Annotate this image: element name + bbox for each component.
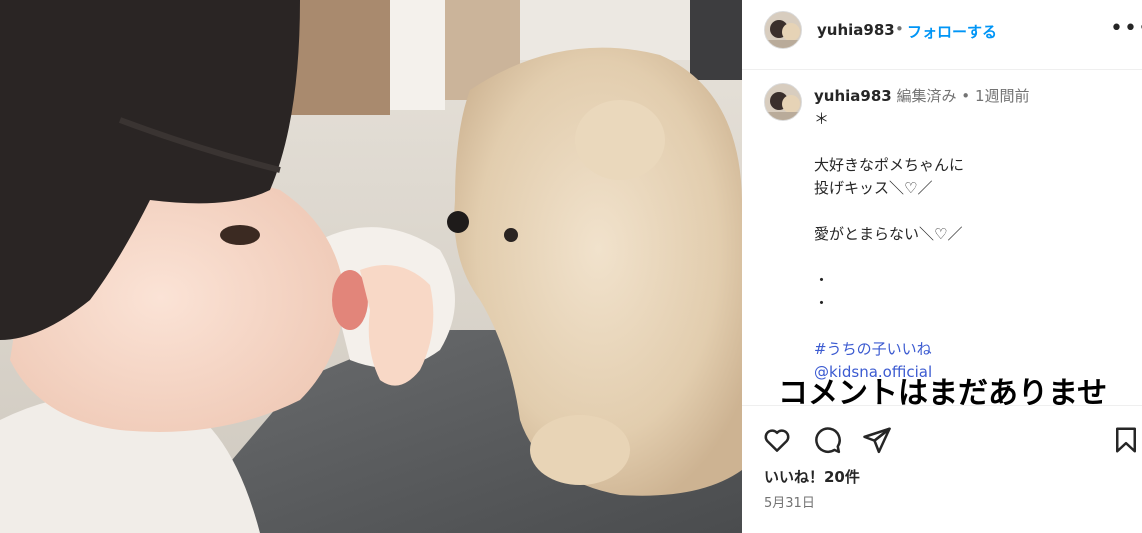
no-comments-heading: コメントはまだありませ [778,376,1108,405]
photo-illustration [0,0,742,533]
hashtag-link[interactable]: #うちの子いいね [814,338,1124,361]
caption-meta: yuhia983 編集済み • 1週間前 [814,85,1029,106]
share-icon[interactable] [862,425,892,455]
post-header: yuhia983 • フォローする ••• [742,0,1142,70]
more-options-icon[interactable]: ••• [1110,16,1142,41]
caption-line [814,131,1124,154]
post-actions: いいね！20件 5月31日 [742,405,1142,533]
caption-line [814,246,1124,269]
caption-timestamp[interactable]: 1週間前 [975,87,1030,105]
avatar-image [765,12,801,48]
caption-line [814,200,1124,223]
likes-count[interactable]: いいね！20件 [764,466,860,487]
caption-username[interactable]: yuhia983 [814,87,892,105]
caption-line: ＊ [814,110,830,128]
follow-button[interactable]: フォローする [907,21,997,42]
avatar[interactable] [764,11,802,49]
caption-line [814,315,1124,338]
edited-label: 編集済み [896,87,957,105]
caption-line: ・ [814,294,830,312]
caption-line: 愛がとまらない＼♡／ [814,225,963,243]
post-author-username[interactable]: yuhia983 [817,21,895,39]
caption-text: ＊ 大好きなポメちゃんに 投げキッス＼♡／ 愛がとまらない＼♡／ ・ ・ #うち… [814,108,1124,384]
post-date[interactable]: 5月31日 [764,492,815,511]
caption-avatar[interactable] [764,83,802,121]
comment-icon[interactable] [812,425,842,455]
header-separator: • [895,20,904,38]
bookmark-icon[interactable] [1111,425,1141,455]
caption-line: ・ [814,271,830,289]
caption-line: 大好きなポメちゃんに [814,156,965,174]
comments-section[interactable]: yuhia983 編集済み • 1週間前 ＊ 大好きなポメちゃんに 投げキッス＼… [742,70,1142,405]
avatar-image [765,84,801,120]
caption-separator: • [961,87,971,105]
heart-icon[interactable] [762,425,792,455]
caption-line: 投げキッス＼♡／ [814,179,933,197]
post-side-panel: yuhia983 • フォローする ••• yuhia983 編集済み • 1週… [742,0,1142,533]
post-photo[interactable] [0,0,742,533]
